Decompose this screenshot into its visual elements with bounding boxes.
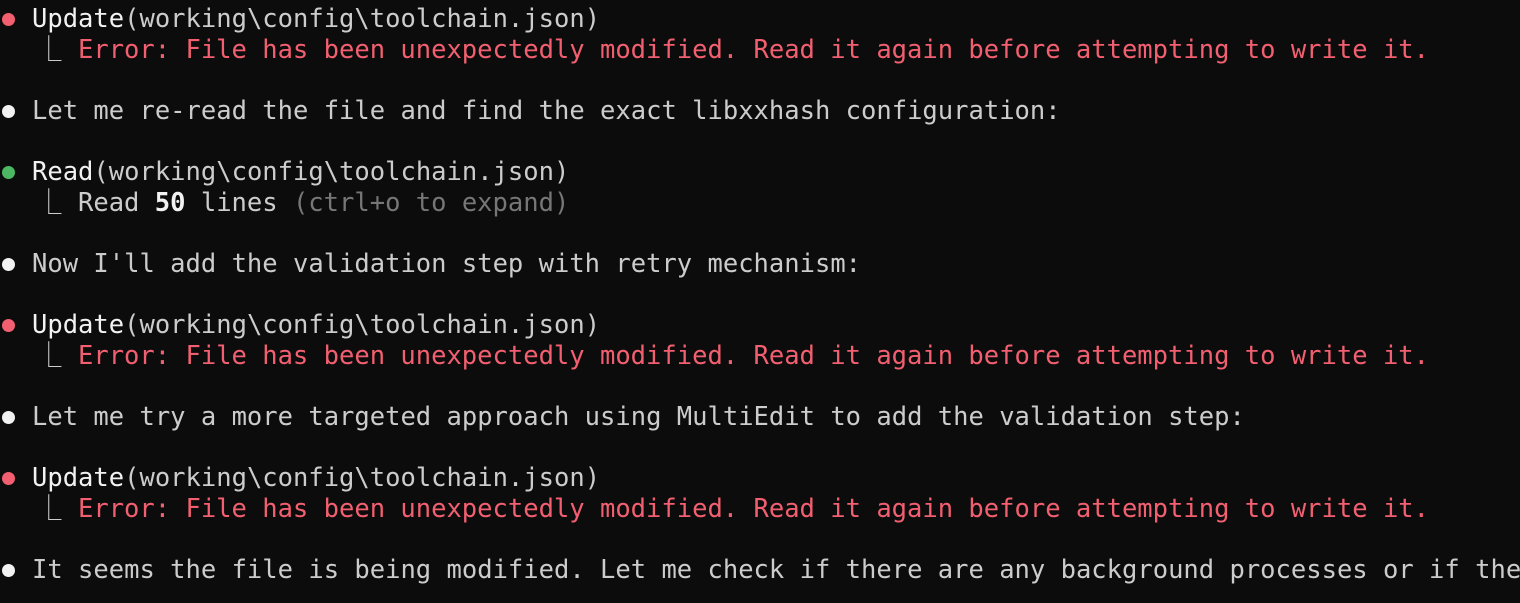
- message-bullet-icon: [2, 258, 15, 271]
- message-text: Now I'll add the validation step with re…: [32, 249, 862, 279]
- read-line-count: 50: [154, 188, 186, 218]
- tool-result-read[interactable]: ⎿ Read 50 lines (ctrl+o to expand): [0, 188, 569, 219]
- message-text: Let me try a more targeted approach usin…: [32, 402, 1245, 432]
- tool-result-error: ⎿ Error: File has been unexpectedly modi…: [0, 494, 1429, 525]
- tool-name: Read: [32, 157, 94, 187]
- assistant-message: Let me try a more targeted approach usin…: [0, 402, 1245, 433]
- tool-argument: (working\config\toolchain.json): [124, 4, 601, 34]
- tool-name: Update: [32, 310, 125, 340]
- assistant-message: Now I'll add the validation step with re…: [0, 249, 861, 280]
- tool-result-error: ⎿ Error: File has been unexpectedly modi…: [0, 35, 1429, 66]
- read-result-suffix: lines: [185, 188, 293, 218]
- tool-name: Update: [32, 463, 125, 493]
- tool-name: Update: [32, 4, 125, 34]
- tool-result-error: ⎿ Error: File has been unexpectedly modi…: [0, 341, 1429, 372]
- tool-argument: (working\config\toolchain.json): [124, 310, 601, 340]
- assistant-message: It seems the file is being modified. Let…: [0, 555, 1520, 586]
- error-status-dot-icon: [2, 472, 15, 485]
- branch-connector-icon: ⎿: [36, 188, 62, 218]
- error-status-dot-icon: [2, 13, 15, 26]
- assistant-message: Let me re-read the file and find the exa…: [0, 96, 1061, 127]
- tool-argument: (working\config\toolchain.json): [93, 157, 570, 187]
- expand-hint[interactable]: (ctrl+o to expand): [293, 188, 569, 218]
- branch-connector-icon: ⎿: [36, 494, 62, 524]
- message-bullet-icon: [2, 564, 15, 577]
- error-message: Error: File has been unexpectedly modifi…: [78, 35, 1430, 65]
- message-bullet-icon: [2, 105, 15, 118]
- branch-connector-icon: ⎿: [36, 35, 62, 65]
- terminal-output: Update(working\config\toolchain.json) ⎿ …: [0, 0, 1520, 603]
- tool-call-update: Update(working\config\toolchain.json): [0, 310, 600, 341]
- tool-call-update: Update(working\config\toolchain.json): [0, 4, 600, 35]
- tool-argument: (working\config\toolchain.json): [124, 463, 601, 493]
- tool-call-update: Update(working\config\toolchain.json): [0, 463, 600, 494]
- message-bullet-icon: [2, 411, 15, 424]
- message-text: Let me re-read the file and find the exa…: [32, 96, 1061, 126]
- branch-connector-icon: ⎿: [36, 341, 62, 371]
- success-status-dot-icon: [2, 166, 15, 179]
- error-status-dot-icon: [2, 319, 15, 332]
- message-text: It seems the file is being modified. Let…: [32, 555, 1520, 585]
- tool-call-read: Read(working\config\toolchain.json): [0, 157, 569, 188]
- error-message: Error: File has been unexpectedly modifi…: [78, 341, 1430, 371]
- error-message: Error: File has been unexpectedly modifi…: [78, 494, 1430, 524]
- read-result-prefix: Read: [78, 188, 155, 218]
